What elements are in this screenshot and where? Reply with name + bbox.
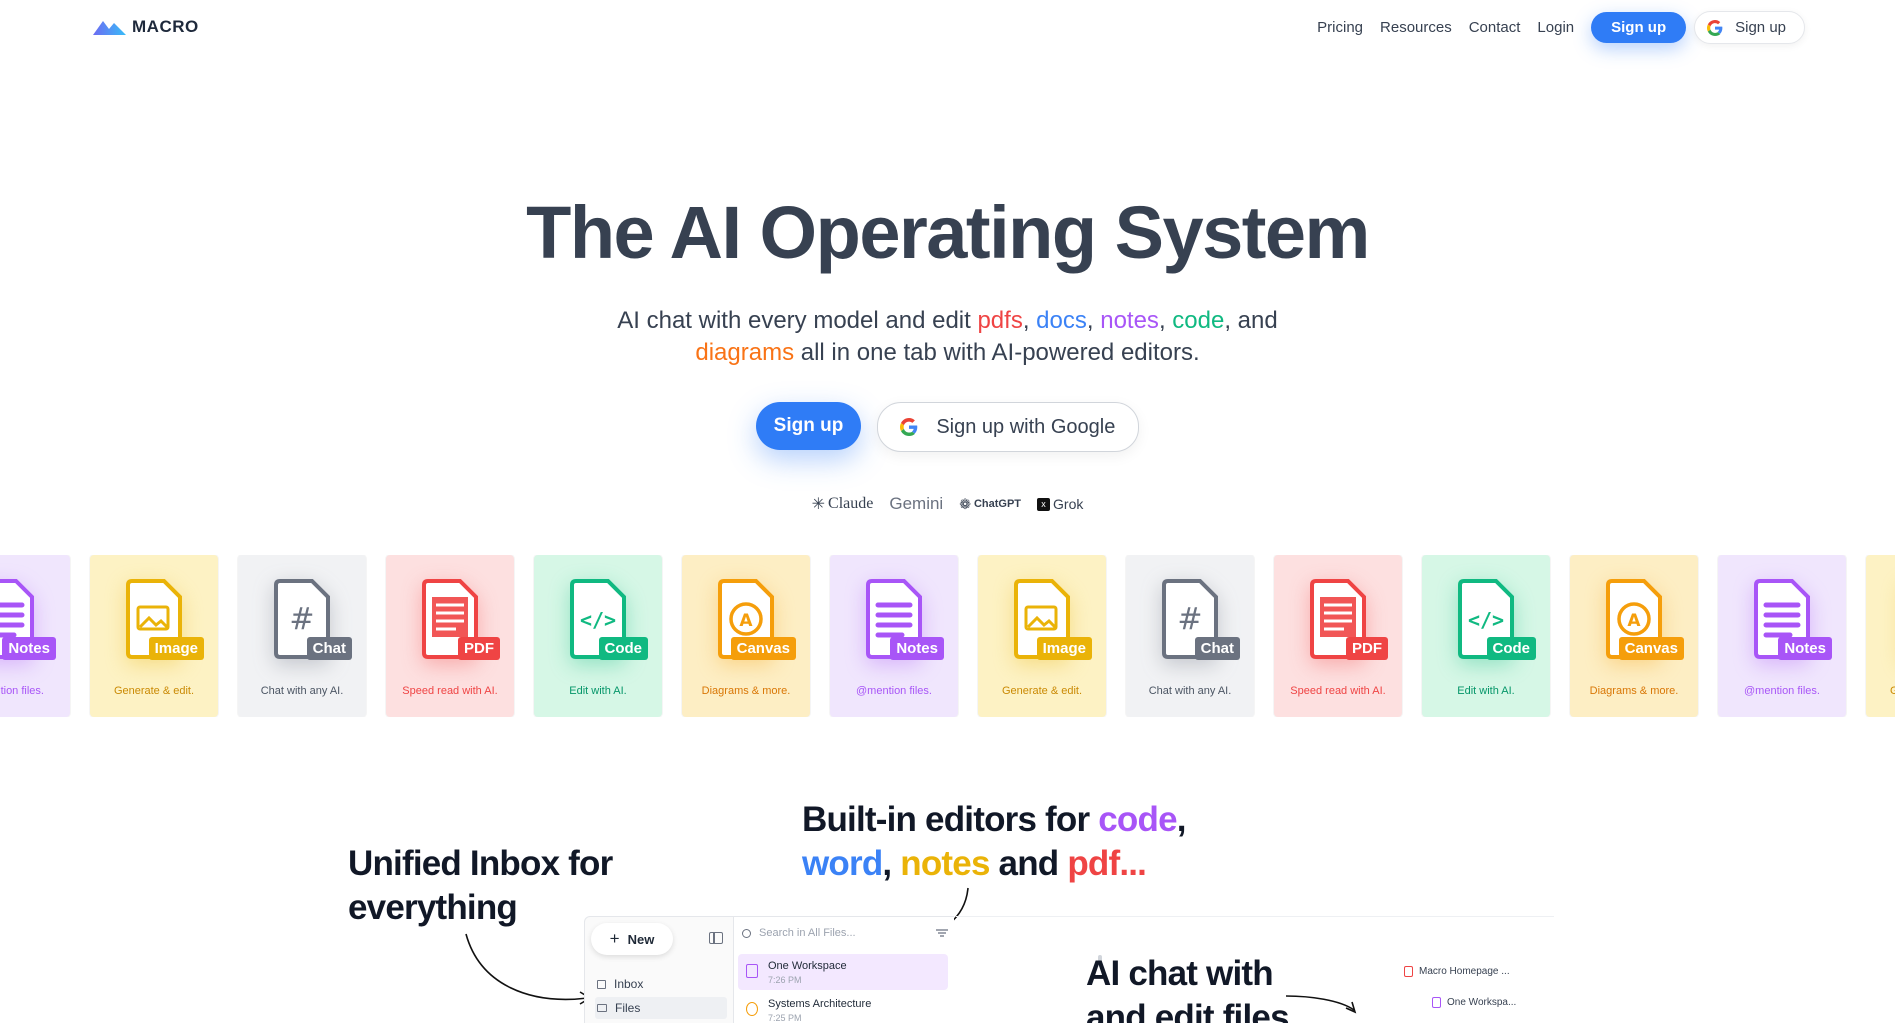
app-sidebar: + New Inbox Files (584, 916, 734, 1023)
sidebar-item-inbox[interactable]: Inbox (595, 973, 727, 995)
file-item[interactable]: One Workspace 7:26 PM (738, 954, 948, 990)
search-input[interactable]: Search in All Files... (742, 927, 948, 939)
file-item[interactable]: Systems Architecture 7:25 PM (738, 992, 948, 1023)
markdown-file-icon (746, 964, 758, 978)
plus-icon: + (609, 929, 620, 948)
new-button-label: New (627, 931, 655, 947)
reference-link-macro-homepage[interactable]: Macro Homepage ... (1404, 966, 1510, 977)
folder-icon (597, 1004, 607, 1012)
aichat-heading-line1: AI chat with (1086, 954, 1274, 993)
file-time: 7:25 PM (768, 1013, 802, 1023)
search-icon (742, 928, 751, 938)
file-time: 7:26 PM (768, 975, 802, 985)
inbox-icon (597, 979, 606, 989)
arrow-inbox (465, 933, 589, 1001)
annotation-arrows (465, 887, 1357, 1014)
sidebar-item-files-label: Files (615, 1001, 641, 1015)
canvas-file-icon (746, 1002, 758, 1016)
aichat-heading: AI chat with and edit files (1086, 952, 1290, 1023)
sidebar-item-inbox-label: Inbox (614, 977, 644, 991)
new-button[interactable]: + New (591, 923, 673, 955)
file-list-panel: Search in All Files... One Workspace 7:2… (734, 916, 1102, 1023)
sidebar-item-files[interactable]: Files (595, 997, 727, 1019)
filter-icon[interactable] (936, 929, 948, 937)
search-placeholder: Search in All Files... (759, 927, 856, 939)
markdown-file-icon (1432, 997, 1441, 1008)
reference-link-one-workspace[interactable]: One Workspa... (1432, 997, 1516, 1008)
file-name: One Workspace (768, 960, 847, 972)
aichat-heading-line2: and edit files (1086, 998, 1290, 1023)
pdf-file-icon (1404, 966, 1413, 977)
reference-link-label: One Workspa... (1447, 997, 1517, 1008)
file-name: Systems Architecture (768, 998, 872, 1010)
sidebar-toggle-icon[interactable] (709, 932, 723, 944)
reference-link-label: Macro Homepage ... (1419, 966, 1510, 977)
